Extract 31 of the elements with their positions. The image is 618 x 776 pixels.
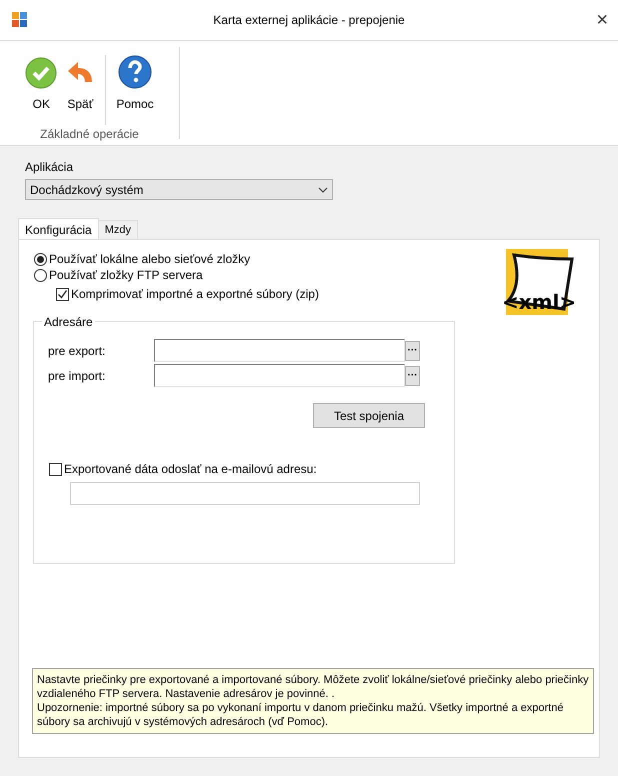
path-input[interactable] (154, 364, 405, 387)
chevron-down-icon (318, 186, 328, 192)
radio-label: Používať lokálne alebo sieťové zložky (49, 251, 250, 268)
field-label: pre export: (48, 342, 106, 360)
ok-button[interactable]: OK (21, 49, 62, 113)
info-note: Nastavte priečinky pre exportované a importované súbory. Môžete zvoliť lokálne/sieťové priečinky alebo priečinky vzdialeného FTP servera. Nastavenie adresárov je povinné. . Upozornenie: importné súbory sa po vykonaní importu v danom priečinku mažú. Všetky importné a exportné súbory sa archivujú v systémových adresároch (vď Pomoc). (32, 668, 594, 734)
back-button[interactable]: Späť (61, 49, 100, 113)
application-dropdown[interactable]: Dochádzkový systém (25, 179, 333, 200)
checkbox-label: Komprimovať importné a exportné súbory (zip) (71, 286, 319, 303)
checkbox[interactable] (49, 462, 62, 476)
radio-button[interactable] (34, 268, 47, 282)
app-logo-icon (12, 12, 28, 28)
radio-button[interactable] (34, 252, 47, 266)
tab[interactable]: Konfigurácia (18, 218, 99, 240)
field-label: Aplikácia (25, 159, 74, 176)
checkbox[interactable] (56, 288, 69, 300)
path-input[interactable] (154, 339, 405, 362)
browse-button[interactable]: ··· (405, 340, 420, 360)
window-title: Karta externej aplikácie - prepojenie (213, 12, 405, 29)
field-label: pre import: (48, 368, 106, 384)
help-icon (118, 55, 152, 89)
radio-label: Používať zložky FTP servera (49, 267, 203, 284)
checkbox-label: Exportované dáta odoslať na e-mailovú adresu: (64, 461, 317, 478)
help-button[interactable]: Pomoc (112, 49, 158, 113)
close-button[interactable]: × (596, 10, 608, 30)
tab[interactable]: Mzdy (98, 220, 138, 239)
test-connection-button[interactable]: Test spojenia (313, 403, 425, 428)
checkmark-icon (25, 57, 58, 89)
email-input[interactable] (70, 482, 420, 505)
browse-button[interactable]: ··· (405, 366, 420, 386)
toolbar-group-label: Základné operácie (40, 126, 139, 143)
